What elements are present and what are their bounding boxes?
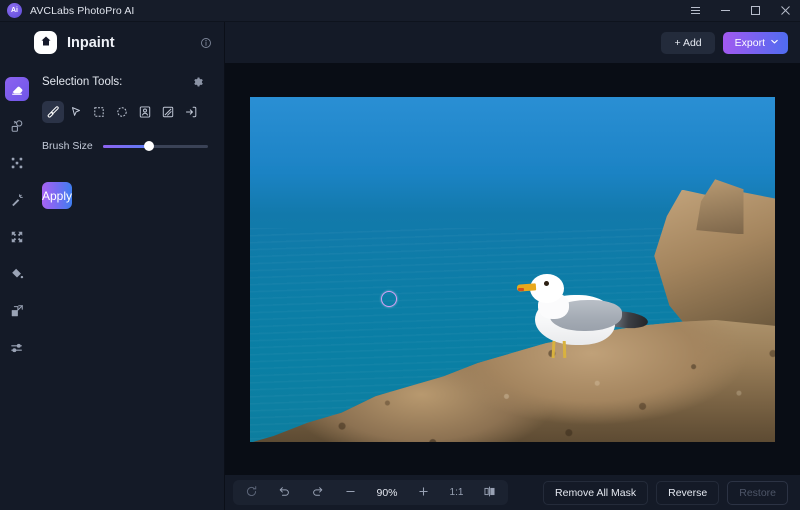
magic-wand-icon — [10, 193, 24, 207]
seagull-leg — [551, 341, 556, 359]
redo-button[interactable] — [301, 480, 334, 505]
info-icon[interactable] — [200, 37, 212, 49]
eraser-icon — [10, 82, 24, 96]
left-rail — [0, 22, 34, 510]
resize-icon — [10, 304, 24, 318]
pattern-tool[interactable] — [157, 101, 179, 123]
tool-panel: Inpaint Selection Tools: Brush Size Appl… — [34, 22, 224, 510]
page-title: Inpaint — [67, 34, 115, 51]
home-icon — [40, 34, 52, 52]
rail-item-resize[interactable] — [5, 299, 29, 323]
rail-item-enhance[interactable] — [5, 151, 29, 175]
arrow-into-box-icon — [184, 105, 198, 119]
window-controls — [680, 0, 800, 22]
sparkle-grid-icon — [10, 156, 24, 170]
brush-size-slider-fill — [102, 144, 150, 148]
object-swap-icon — [10, 119, 24, 133]
rail-item-upscale[interactable] — [5, 225, 29, 249]
export-button-label: Export — [734, 36, 765, 49]
compare-button[interactable] — [473, 480, 506, 505]
cursor-icon — [69, 105, 83, 119]
rectangle-icon — [92, 105, 106, 119]
reset-icon — [245, 485, 258, 501]
brush-icon — [46, 105, 60, 119]
application-window: Ai AVCLabs PhotoPro AI Inpaint Selection… — [0, 0, 800, 510]
reverse-button[interactable]: Reverse — [656, 480, 720, 505]
lasso-tool[interactable] — [65, 101, 87, 123]
zoom-in-button[interactable] — [407, 480, 440, 505]
main-toolbar: + Add Export — [225, 22, 800, 63]
minimize-icon[interactable] — [710, 0, 740, 22]
portrait-tool[interactable] — [134, 101, 156, 123]
brush-tool[interactable] — [42, 101, 64, 123]
main-area: + Add Export 90% 1:1 Remove All Mask Rev… — [224, 22, 800, 510]
rail-item-colorize[interactable] — [5, 262, 29, 286]
brush-size-row: Brush Size — [42, 140, 216, 152]
reset-button[interactable] — [235, 480, 268, 505]
panel-content: Selection Tools: Brush Size Apply — [34, 63, 224, 209]
portrait-icon — [138, 105, 152, 119]
split-view-icon — [483, 485, 496, 501]
rail-item-magic[interactable] — [5, 188, 29, 212]
selection-tools-label: Selection Tools: — [42, 76, 123, 88]
brush-size-slider-knob[interactable] — [144, 141, 155, 151]
zoom-controls: 90% 1:1 — [233, 480, 508, 505]
bottom-toolbar: 90% 1:1 Remove All Mask Reverse Restore — [225, 475, 800, 510]
paint-bucket-icon — [10, 267, 24, 281]
hatched-box-icon — [161, 105, 175, 119]
rail-item-adjust[interactable] — [5, 336, 29, 360]
add-button[interactable]: + Add — [661, 31, 715, 54]
zoom-out-button[interactable] — [334, 480, 367, 505]
chevron-down-icon — [770, 37, 779, 49]
rail-item-replace[interactable] — [5, 114, 29, 138]
photo-image[interactable] — [250, 96, 775, 442]
fit-actual-size-button[interactable]: 1:1 — [440, 480, 473, 505]
title-bar: Ai AVCLabs PhotoPro AI — [0, 0, 800, 22]
plus-icon — [417, 485, 430, 501]
restore-button: Restore — [727, 480, 788, 505]
seagull — [516, 272, 650, 359]
sliders-icon — [10, 341, 24, 355]
brush-size-slider[interactable] — [102, 141, 208, 151]
selection-tools-row — [42, 101, 216, 123]
mask-actions: Remove All Mask Reverse Restore — [543, 480, 788, 505]
home-button[interactable] — [34, 31, 57, 54]
app-logo-icon: Ai — [7, 3, 22, 18]
selection-tools-header: Selection Tools: — [42, 63, 216, 101]
hamburger-menu-icon[interactable] — [680, 0, 710, 22]
horizon-layer — [250, 96, 775, 166]
rectangle-tool[interactable] — [88, 101, 110, 123]
redo-icon — [311, 485, 324, 501]
zoom-level-label: 90% — [376, 486, 398, 499]
expand-corners-icon — [10, 230, 24, 244]
apply-button[interactable]: Apply — [42, 182, 73, 209]
ellipse-tool[interactable] — [111, 101, 133, 123]
remove-all-mask-button[interactable]: Remove All Mask — [543, 480, 649, 505]
panel-header: Inpaint — [34, 22, 224, 63]
export-button[interactable]: Export — [722, 31, 788, 54]
close-icon[interactable] — [770, 0, 800, 22]
rail-item-inpaint[interactable] — [5, 77, 29, 101]
gear-icon[interactable] — [192, 76, 204, 88]
brush-size-label: Brush Size — [42, 140, 93, 152]
window-body: Inpaint Selection Tools: Brush Size Appl… — [0, 22, 800, 510]
ellipse-icon — [115, 105, 129, 119]
canvas-area[interactable] — [225, 63, 800, 475]
undo-button[interactable] — [268, 480, 301, 505]
minus-icon — [344, 485, 357, 501]
undo-icon — [278, 485, 291, 501]
maximize-icon[interactable] — [740, 0, 770, 22]
import-tool[interactable] — [180, 101, 202, 123]
app-title: AVCLabs PhotoPro AI — [30, 4, 135, 17]
